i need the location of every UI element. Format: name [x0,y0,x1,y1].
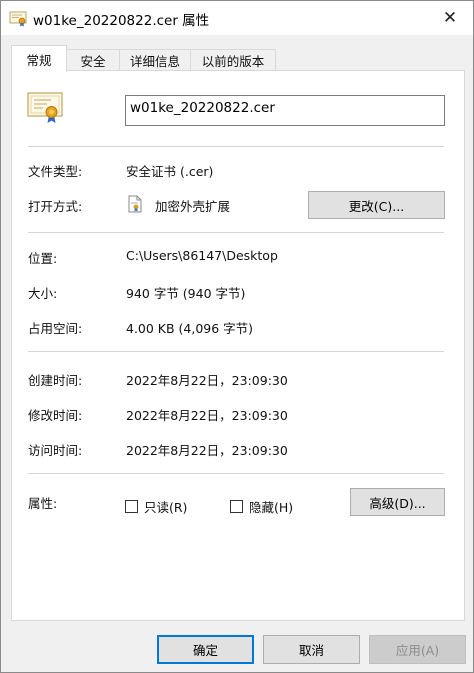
apply-button[interactable]: 应用(A) [369,635,466,664]
cancel-button-label: 取消 [298,643,324,658]
location-value: C:\Users\86147\Desktop [126,248,278,263]
close-icon: ✕ [442,8,458,28]
apply-button-label: 应用(A) [395,643,440,658]
certificate-icon [27,92,63,123]
accessed-label: 访问时间: [28,443,83,458]
hidden-checkbox[interactable]: 隐藏(H) [230,497,293,516]
tab-label: 详细信息 [129,54,180,69]
divider [28,351,444,352]
crypto-shell-icon [128,195,142,213]
size-value: 940 字节 (940 字节) [126,286,246,301]
checkbox-box[interactable] [230,500,243,513]
tab-label: 常规 [26,52,52,68]
change-button-label: 更改(C)... [348,198,405,214]
disk-size-value: 4.00 KB (4,096 字节) [126,321,254,336]
disk-size-label: 占用空间: [28,321,83,336]
close-button[interactable]: ✕ [437,5,463,31]
advanced-button-label: 高级(D)... [369,495,426,511]
tab-details[interactable]: 详细信息 [119,49,191,71]
file-type-label: 文件类型: [28,164,83,179]
divider [28,146,444,147]
created-label: 创建时间: [28,373,83,388]
tab-label: 以前的版本 [201,54,265,69]
ok-button[interactable]: 确定 [157,635,254,664]
attributes-label: 属性: [28,496,58,511]
general-panel [11,70,465,621]
tab-security[interactable]: 安全 [66,49,120,71]
tab-label: 安全 [80,54,106,69]
modified-label: 修改时间: [28,408,83,423]
open-with-label: 打开方式: [28,199,83,214]
cancel-button[interactable]: 取消 [263,635,360,664]
file-type-value: 安全证书 (.cer) [126,164,214,179]
certificate-icon [9,11,27,27]
modified-value: 2022年8月22日，23:09:30 [126,408,288,423]
readonly-checkbox[interactable]: 只读(R) [125,497,187,516]
tab-general[interactable]: 常规 [11,45,67,72]
size-label: 大小: [28,286,58,301]
checkbox-box[interactable] [125,500,138,513]
location-label: 位置: [28,251,58,266]
open-with-value: 加密外壳扩展 [155,199,231,214]
divider [28,473,444,474]
hidden-label: 隐藏(H) [249,500,294,515]
properties-window: w01ke_20220822.cer 属性 ✕ 常规 安全 详细信息 以前的版本… [0,0,474,673]
change-button[interactable]: 更改(C)... [308,191,445,219]
created-value: 2022年8月22日，23:09:30 [126,373,288,388]
title-bar[interactable]: w01ke_20220822.cer 属性 ✕ [1,1,473,35]
advanced-button[interactable]: 高级(D)... [350,488,445,516]
divider [28,232,444,233]
tab-previous-versions[interactable]: 以前的版本 [190,49,276,71]
accessed-value: 2022年8月22日，23:09:30 [126,443,288,458]
readonly-label: 只读(R) [144,500,188,515]
ok-button-label: 确定 [192,643,218,658]
window-title: w01ke_20220822.cer 属性 [33,13,210,29]
filename-input[interactable]: w01ke_20220822.cer [125,95,445,126]
